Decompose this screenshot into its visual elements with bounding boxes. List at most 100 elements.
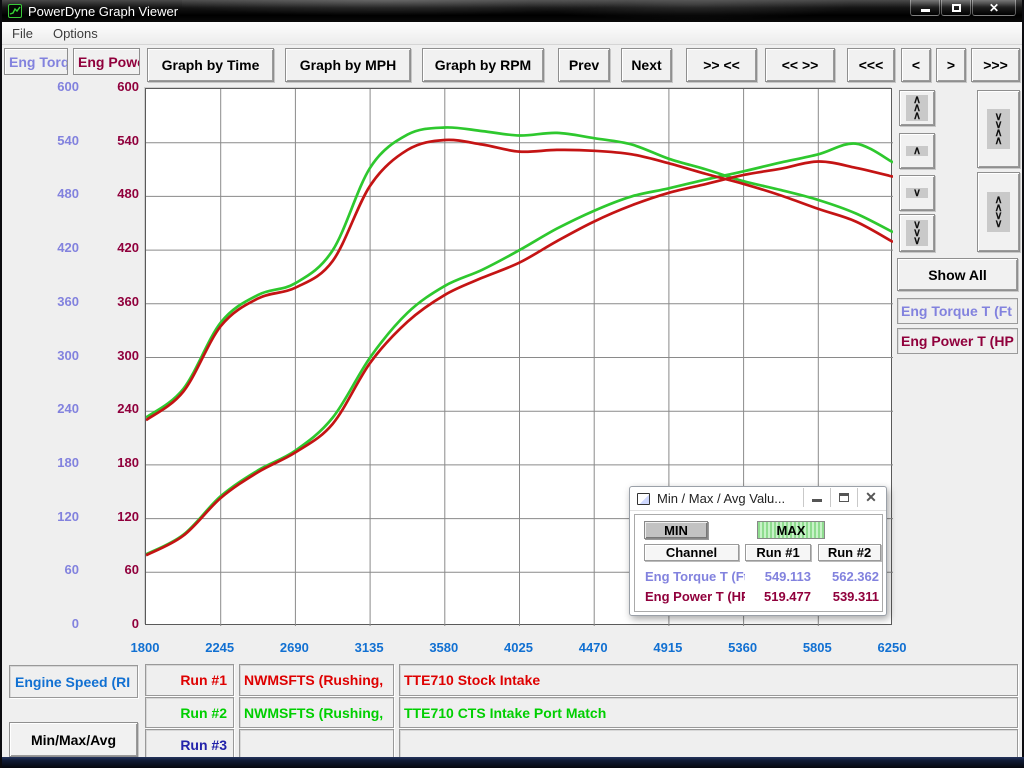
x-tick-6250: 6250 [860,640,924,655]
minimize-icon [921,9,930,12]
run-file-field-2[interactable]: NWMSFTS (Rushing, [239,697,394,728]
titlebar-glass [182,0,862,22]
y-tick-power-540: 540 [99,133,139,148]
tab-eng-power[interactable]: Eng Powe [73,48,140,75]
minmax-run2-value: 562.362 [814,569,879,584]
toolbar-button-blank[interactable]: >> << [686,48,757,82]
minmax-column-header-run-1[interactable]: Run #1 [745,544,811,561]
run-file-field-3[interactable] [239,729,394,760]
y-tick-torque-180: 180 [39,455,79,470]
x-tick-2245: 2245 [188,640,252,655]
minmax-avg-button[interactable]: Min/Max/Avg [9,722,138,757]
min-toggle-button[interactable]: MIN [644,521,708,539]
y-tick-power-360: 360 [99,294,139,309]
minmax-run1-value: 549.113 [741,569,811,584]
x-tick-3580: 3580 [412,640,476,655]
scroll-up-fast-button[interactable]: ∧∧∧ [899,90,935,126]
y-tick-torque-480: 480 [39,186,79,201]
show-all-button[interactable]: Show All [897,258,1018,291]
minmax-column-header-channel[interactable]: Channel [644,544,739,561]
chevron-glyph: ∧ [994,137,1002,145]
toolbar-button-blank[interactable]: << >> [765,48,835,82]
toolbar-button-blank[interactable]: < [901,48,931,82]
y-tick-torque-240: 240 [39,401,79,416]
window-title: PowerDyne Graph Viewer [28,4,178,19]
run-description-field-1[interactable]: TTE710 Stock Intake [399,664,1018,696]
powerdyne-window: PowerDyne Graph Viewer ✕ FileOptions Eng… [0,0,1024,768]
y-tick-power-0: 0 [99,616,139,631]
toolbar-button-blank[interactable]: <<< [847,48,895,82]
y-tick-power-600: 600 [99,79,139,94]
y-tick-power-300: 300 [99,348,139,363]
y-tick-torque-0: 0 [39,616,79,631]
x-tick-2690: 2690 [262,640,326,655]
run-label-run-1: Run #1 [145,664,234,696]
y-tick-torque-540: 540 [39,133,79,148]
chevron-glyph: ∨ [913,237,921,245]
chevron-icon: ∧ [906,146,928,156]
y-tick-torque-120: 120 [39,509,79,524]
chevron-icon: ∨ [906,188,928,198]
scroll-up-button[interactable]: ∧ [899,133,935,169]
minmax-values-window: Min / Max / Avg Valu... ✕ MIN MAX Channe… [629,486,887,616]
menu-item-options[interactable]: Options [43,22,108,44]
chevron-glyph: ∧ [913,147,921,155]
y-tick-power-180: 180 [99,455,139,470]
toolbar-button-blank[interactable]: > [936,48,966,82]
compress-scale-button[interactable]: ∨∨∧∧ [977,90,1020,168]
minmax-channel-name: Eng Power T (HP) [645,589,745,604]
toolbar-button-graph-by-mph[interactable]: Graph by MPH [285,48,411,82]
minimize-icon [812,499,822,502]
scroll-down-fast-button[interactable]: ∨∨∨ [899,214,935,252]
minimize-button[interactable] [910,0,940,16]
x-tick-1800: 1800 [113,640,177,655]
y-tick-torque-600: 600 [39,79,79,94]
expand-scale-button[interactable]: ∧∧∨∨ [977,172,1020,252]
y-tick-power-120: 120 [99,509,139,524]
restore-icon [839,493,849,502]
y-tick-torque-60: 60 [39,562,79,577]
x-tick-3135: 3135 [337,640,401,655]
minmax-restore-button[interactable] [830,488,857,507]
x-tick-4025: 4025 [487,640,551,655]
run-description-field-2[interactable]: TTE710 CTS Intake Port Match [399,697,1018,728]
minmax-window-title: Min / Max / Avg Valu... [657,491,785,506]
minmax-row-eng-power-t-hp: Eng Power T (HP)519.477539.311 [635,589,882,606]
toolbar-button-graph-by-time[interactable]: Graph by Time [147,48,274,82]
max-toggle-button[interactable]: MAX [757,521,825,539]
minmax-minimize-button[interactable] [803,488,830,507]
maximize-icon [952,4,961,12]
app-icon [8,4,22,18]
menu-item-file[interactable]: File [2,22,43,44]
y-tick-power-60: 60 [99,562,139,577]
minmax-window-icon [637,493,650,505]
minmax-close-button[interactable]: ✕ [857,488,884,507]
minmax-run1-value: 519.477 [741,589,811,604]
minmax-channel-name: Eng Torque T (Ft- [645,569,745,584]
maximize-button[interactable] [941,0,971,16]
x-tick-4470: 4470 [561,640,625,655]
run-file-field-1[interactable]: NWMSFTS (Rushing, [239,664,394,696]
minmax-title-bar[interactable]: Min / Max / Avg Valu... ✕ [630,487,886,511]
y-tick-power-240: 240 [99,401,139,416]
scroll-down-button[interactable]: ∨ [899,175,935,211]
toolbar-button-prev[interactable]: Prev [558,48,610,82]
close-button[interactable]: ✕ [972,0,1016,16]
tab-eng-torque[interactable]: Eng Torq [4,48,68,75]
toolbar-button-graph-by-rpm[interactable]: Graph by RPM [422,48,544,82]
client-area: Eng Torq Eng Powe Graph by Time Graph by … [2,45,1022,757]
toolbar-button-next[interactable]: Next [621,48,672,82]
legend-eng-power: Eng Power T (HP [897,328,1018,354]
x-tick-4915: 4915 [636,640,700,655]
toolbar-button-blank[interactable]: >>> [971,48,1020,82]
window-bottom-border [2,757,1024,768]
run-label-run-3: Run #3 [145,729,234,760]
chevron-icon: ∧∧∨∨ [987,192,1009,232]
minmax-column-header-run-2[interactable]: Run #2 [818,544,881,561]
run-description-field-3[interactable] [399,729,1018,760]
minmax-run2-value: 539.311 [814,589,879,604]
chevron-icon: ∧∧∧ [906,95,928,121]
chevron-glyph: ∨ [994,220,1002,228]
chevron-icon: ∨∨∧∧ [987,109,1009,149]
x-tick-5805: 5805 [785,640,849,655]
